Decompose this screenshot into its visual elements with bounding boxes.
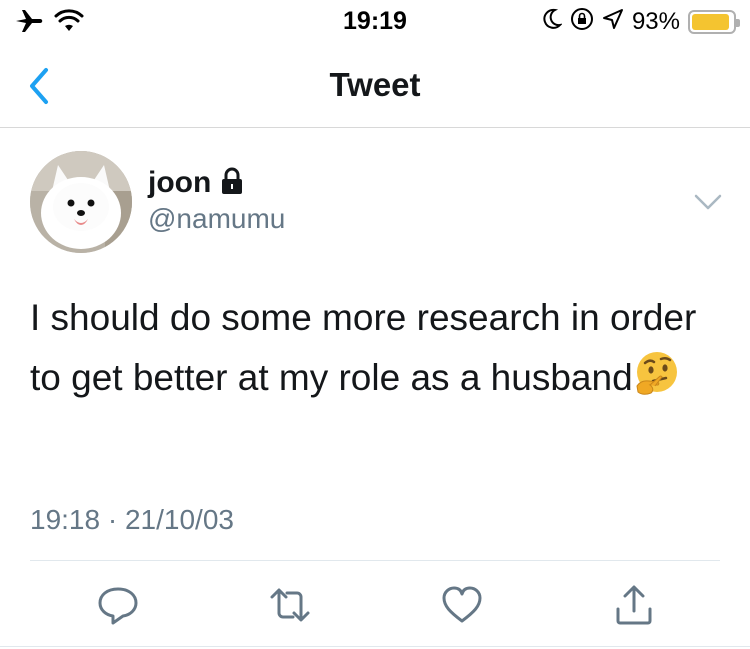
- reply-button[interactable]: [96, 583, 140, 627]
- reply-icon: [98, 587, 138, 625]
- author-handle[interactable]: @namumu: [148, 203, 285, 235]
- tweet-text: I should do some more research in order …: [30, 288, 720, 408]
- share-button[interactable]: [612, 583, 656, 627]
- retweet-button[interactable]: [268, 583, 312, 627]
- nav-bar: Tweet: [0, 44, 750, 128]
- author-name-row: joon: [148, 166, 245, 200]
- page-title: Tweet: [329, 66, 421, 103]
- like-button[interactable]: [440, 583, 484, 627]
- retweet-icon: [270, 588, 310, 622]
- status-right-icons: 93%: [542, 7, 740, 36]
- status-bar: 19:19 93%: [0, 0, 750, 44]
- moon-icon: [542, 8, 563, 35]
- battery-level: [692, 13, 730, 30]
- battery-percent: 93%: [631, 7, 680, 35]
- heart-icon: [442, 586, 482, 623]
- rotation-lock-icon: [570, 7, 594, 36]
- thinking-face-emoji: [633, 350, 679, 396]
- chevron-down-icon: [694, 194, 722, 210]
- display-name[interactable]: joon: [148, 166, 211, 200]
- avatar[interactable]: [30, 151, 132, 253]
- divider: [30, 560, 720, 561]
- tweet-options-button[interactable]: [692, 190, 724, 214]
- tweet-time: 19:18: [30, 504, 101, 535]
- battery-icon: [688, 9, 740, 34]
- lock-icon: [219, 167, 245, 200]
- share-icon: [616, 585, 652, 625]
- bottom-divider: [0, 646, 750, 647]
- tweet-date: 21/10/03: [124, 504, 234, 535]
- tweet-text-content: I should do some more research in order …: [30, 297, 697, 398]
- tweet-timestamp: 19:18 · 21/10/03: [30, 504, 234, 536]
- battery-cap: [736, 18, 740, 27]
- timestamp-separator: ·: [107, 504, 118, 535]
- location-icon: [602, 8, 624, 35]
